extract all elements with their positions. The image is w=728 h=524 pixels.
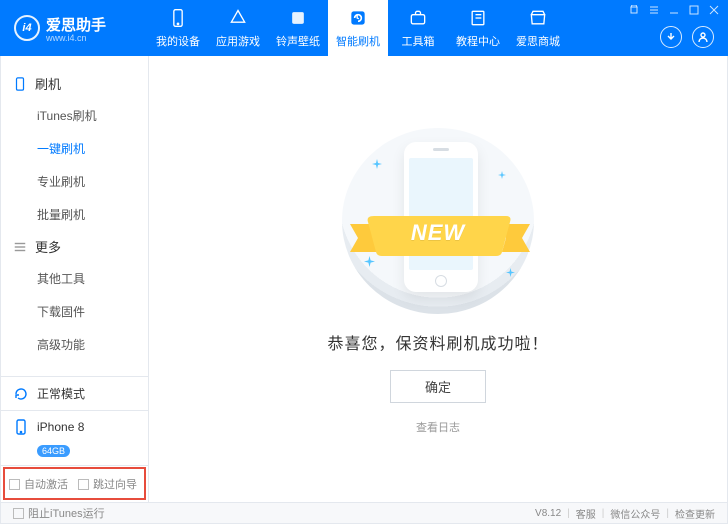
storage-badge: 64GB — [37, 445, 70, 457]
wechat-link[interactable]: 微信公众号 — [610, 506, 660, 521]
auto-activate-checkbox[interactable]: 自动激活 — [9, 476, 68, 492]
download-button[interactable] — [660, 26, 682, 48]
nav-my-device[interactable]: 我的设备 — [148, 0, 208, 56]
confirm-button[interactable]: 确定 — [390, 370, 486, 403]
content-pane: NEW 恭喜您，保资料刷机成功啦！ 确定 查看日志 — [149, 56, 727, 502]
nav-apps[interactable]: 应用游戏 — [208, 0, 268, 56]
refresh-icon — [13, 386, 29, 402]
shop-icon — [528, 8, 548, 31]
sidebar: 刷机 iTunes刷机 一键刷机 专业刷机 批量刷机 更多 其他工具 下载固件 … — [1, 56, 149, 502]
flash-icon — [348, 8, 368, 31]
sparkle-icon — [506, 266, 515, 275]
nav-flash[interactable]: 智能刷机 — [328, 0, 388, 56]
sidebar-options-highlighted: 自动激活 跳过向导 — [1, 465, 148, 502]
sparkle-icon — [372, 158, 382, 168]
sidebar-item-pro-flash[interactable]: 专业刷机 — [1, 165, 148, 198]
check-update-link[interactable]: 检查更新 — [675, 506, 715, 521]
app-logo: i4 爱思助手 www.i4.cn — [0, 14, 148, 43]
sidebar-item-batch-flash[interactable]: 批量刷机 — [1, 198, 148, 231]
nav-label: 智能刷机 — [336, 33, 380, 49]
view-log-link[interactable]: 查看日志 — [416, 419, 460, 435]
nav-label: 教程中心 — [456, 33, 500, 49]
logo-icon: i4 — [14, 15, 40, 41]
sidebar-group-flash[interactable]: 刷机 — [1, 68, 148, 99]
app-url: www.i4.cn — [46, 33, 106, 43]
success-illustration: NEW — [334, 124, 542, 314]
maximize-icon[interactable] — [688, 4, 700, 16]
book-icon — [468, 8, 488, 31]
block-itunes-checkbox[interactable]: 阻止iTunes运行 — [13, 505, 105, 521]
window-controls — [628, 4, 720, 16]
success-message: 恭喜您，保资料刷机成功啦！ — [327, 330, 548, 354]
toolbox-icon — [408, 8, 428, 31]
mode-label: 正常模式 — [37, 385, 85, 402]
nav-ringtones[interactable]: 铃声壁纸 — [268, 0, 328, 56]
wallpaper-icon — [288, 8, 308, 31]
sidebar-item-one-click-flash[interactable]: 一键刷机 — [1, 132, 148, 165]
sidebar-item-download-firmware[interactable]: 下载固件 — [1, 295, 148, 328]
group-title: 更多 — [35, 237, 61, 256]
nav-label: 应用游戏 — [216, 33, 260, 49]
group-title: 刷机 — [35, 74, 61, 93]
phone-outline-icon — [13, 77, 27, 91]
nav-tutorials[interactable]: 教程中心 — [448, 0, 508, 56]
app-name: 爱思助手 — [46, 14, 106, 35]
nav-label: 爱思商城 — [516, 33, 560, 49]
nav-label: 我的设备 — [156, 33, 200, 49]
header-actions — [660, 26, 714, 48]
version-label: V8.12 — [535, 508, 561, 519]
menu-icon[interactable] — [648, 4, 660, 16]
sidebar-group-more[interactable]: 更多 — [1, 231, 148, 262]
title-bar: i4 爱思助手 www.i4.cn 我的设备 应用游戏 铃声壁纸 智能刷机 工具… — [0, 0, 728, 56]
nav-toolbox[interactable]: 工具箱 — [388, 0, 448, 56]
minimize-icon[interactable] — [668, 4, 680, 16]
device-name: iPhone 8 — [37, 420, 84, 434]
sidebar-item-other-tools[interactable]: 其他工具 — [1, 262, 148, 295]
phone-icon — [168, 8, 188, 31]
sparkle-icon — [498, 168, 506, 176]
top-nav: 我的设备 应用游戏 铃声壁纸 智能刷机 工具箱 教程中心 爱思商城 — [148, 0, 568, 56]
apps-icon — [228, 8, 248, 31]
skin-icon[interactable] — [628, 4, 640, 16]
close-icon[interactable] — [708, 4, 720, 16]
nav-label: 铃声壁纸 — [276, 33, 320, 49]
user-button[interactable] — [692, 26, 714, 48]
skip-guide-checkbox[interactable]: 跳过向导 — [78, 476, 137, 492]
support-link[interactable]: 客服 — [576, 506, 596, 521]
ribbon-text: NEW — [334, 220, 542, 246]
sidebar-device[interactable]: iPhone 8 64GB — [1, 410, 148, 465]
sidebar-item-itunes-flash[interactable]: iTunes刷机 — [1, 99, 148, 132]
device-icon — [13, 419, 29, 435]
status-bar: 阻止iTunes运行 V8.12 | 客服 | 微信公众号 | 检查更新 — [0, 502, 728, 524]
nav-mall[interactable]: 爱思商城 — [508, 0, 568, 56]
sidebar-item-advanced[interactable]: 高级功能 — [1, 328, 148, 361]
hamburger-icon — [13, 240, 27, 254]
nav-label: 工具箱 — [402, 33, 435, 49]
sparkle-icon — [364, 256, 375, 267]
main-area: 刷机 iTunes刷机 一键刷机 专业刷机 批量刷机 更多 其他工具 下载固件 … — [0, 56, 728, 502]
sidebar-mode[interactable]: 正常模式 — [1, 376, 148, 410]
